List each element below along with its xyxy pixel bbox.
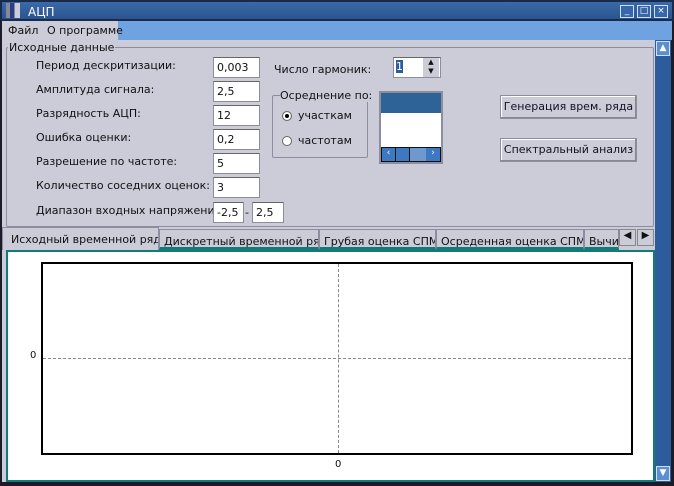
chart-panel: 0 0 xyxy=(6,250,655,482)
range-label: Диапазон входных напряжений: xyxy=(36,204,226,217)
title-bar: АЦП _ □ × xyxy=(0,0,674,21)
tab-calc[interactable]: Вычи xyxy=(584,229,619,250)
radio-frequencies[interactable] xyxy=(282,136,292,146)
y-zero-gridline xyxy=(43,358,631,359)
menu-bar: Файл О программе xyxy=(2,21,672,40)
harmonics-label: Число гармоник: xyxy=(274,63,372,76)
period-input[interactable]: 0,003 xyxy=(213,57,260,78)
client-area: Исходные данные Период дескритизации: 0,… xyxy=(2,40,655,482)
radio-frequencies-label: частотам xyxy=(298,134,352,147)
resolution-input[interactable]: 5 xyxy=(213,153,260,174)
range-separator: - xyxy=(245,206,249,219)
listbox[interactable]: ‹ › xyxy=(379,91,443,164)
scroll-right-icon[interactable]: › xyxy=(426,148,440,161)
tab-averaged-psd[interactable]: Осреденная оценка СПМ xyxy=(436,229,584,250)
field-label: Ошибка оценки: xyxy=(36,131,132,144)
listbox-selected-item[interactable] xyxy=(381,93,441,113)
bits-input[interactable]: 12 xyxy=(213,105,260,126)
scroll-thumb[interactable] xyxy=(395,148,410,161)
averaging-group xyxy=(272,95,368,158)
spinner-arrows[interactable]: ▲ ▼ xyxy=(423,58,439,77)
app-icon xyxy=(6,3,20,18)
tab-source-series[interactable]: Исходный временной ряд xyxy=(2,227,159,250)
scroll-left-icon[interactable]: ‹ xyxy=(382,148,395,161)
y-tick-label: 0 xyxy=(30,350,37,361)
window-title: АЦП xyxy=(28,5,55,19)
menu-file[interactable]: Файл xyxy=(8,24,38,37)
tab-rough-psd[interactable]: Грубая оценка СПМ xyxy=(319,229,436,250)
plot-area xyxy=(41,262,633,455)
field-label: Разрешение по частоте: xyxy=(36,155,178,168)
field-label: Количество соседних оценок: xyxy=(36,179,210,192)
menu-about[interactable]: О программе xyxy=(47,24,123,37)
tab-scroll-right-icon[interactable]: ▶ xyxy=(637,229,654,246)
amplitude-input[interactable]: 2,5 xyxy=(213,81,260,102)
radio-segments-label: участкам xyxy=(298,109,352,122)
group-title: Исходные данные xyxy=(8,41,116,54)
tab-scroll-left-icon[interactable]: ◀ xyxy=(619,229,636,246)
range-min-input[interactable]: -2,5 xyxy=(213,202,244,223)
field-label: Период дескритизации: xyxy=(36,59,176,72)
vertical-scrollbar[interactable]: ▲ ▼ xyxy=(655,40,671,482)
x-tick-label: 0 xyxy=(335,459,342,470)
radio-segments[interactable] xyxy=(282,111,292,121)
harmonics-value: 1 xyxy=(396,60,403,73)
field-label: Амплитуда сигнала: xyxy=(36,83,155,96)
field-label: Разрядность АЦП: xyxy=(36,107,141,120)
minimize-button[interactable]: _ xyxy=(620,5,634,18)
spectral-analysis-button[interactable]: Спектральный анализ xyxy=(500,138,637,162)
error-input[interactable]: 0,2 xyxy=(213,129,260,150)
scroll-up-icon[interactable]: ▲ xyxy=(656,41,670,56)
neighbors-input[interactable]: 3 xyxy=(213,177,260,198)
range-max-input[interactable]: 2,5 xyxy=(252,202,284,223)
maximize-button[interactable]: □ xyxy=(637,5,651,18)
horizontal-scrollbar[interactable]: ‹ › xyxy=(381,147,441,162)
averaging-title: Осреднение по: xyxy=(280,89,373,102)
tab-discrete-series[interactable]: Дискретный временной ряд xyxy=(159,229,319,250)
scroll-down-icon[interactable]: ▼ xyxy=(656,466,670,481)
generate-series-button[interactable]: Генерация врем. ряда xyxy=(500,95,637,119)
close-button[interactable]: × xyxy=(654,5,668,18)
